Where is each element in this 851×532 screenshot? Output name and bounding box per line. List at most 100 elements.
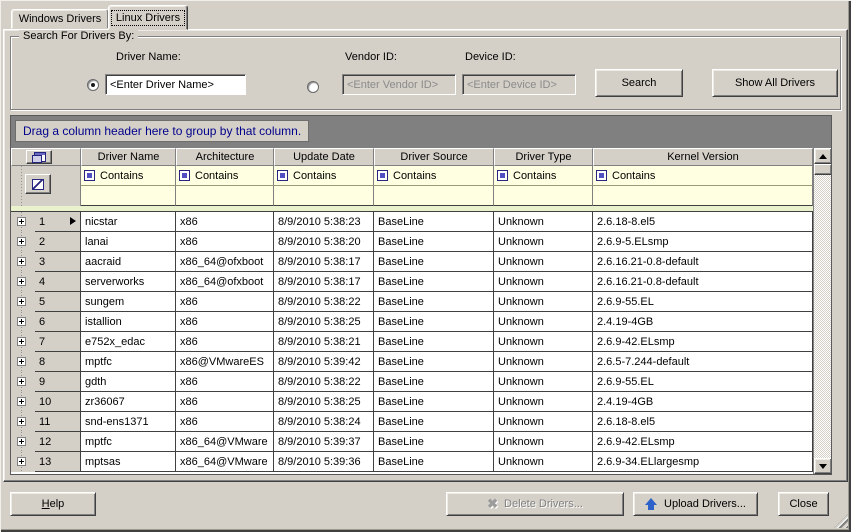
cell-kernel-version[interactable]: 2.6.18-8.el5 <box>593 412 813 432</box>
column-header-kernel-version[interactable]: Kernel Version <box>593 148 813 166</box>
filter-operator-icon[interactable] <box>277 170 288 181</box>
filter-cell-architecture[interactable]: Contains <box>176 166 274 186</box>
row-expand-cell[interactable] <box>11 312 35 332</box>
cell-driver-type[interactable]: Unknown <box>494 412 593 432</box>
column-header-architecture[interactable]: Architecture <box>176 148 274 166</box>
tab-windows-drivers[interactable]: Windows Drivers <box>11 9 109 29</box>
cell-driver-name[interactable]: mptfc <box>81 432 176 452</box>
cell-architecture[interactable]: x86 <box>176 232 274 252</box>
cell-architecture[interactable]: x86 <box>176 372 274 392</box>
filter-cell-driver-name[interactable]: Contains <box>81 166 176 186</box>
column-header-driver-type[interactable]: Driver Type <box>494 148 593 166</box>
expand-plus-icon[interactable] <box>17 397 26 406</box>
filter-cell-kernel-version[interactable]: Contains <box>593 166 813 186</box>
cell-driver-type[interactable]: Unknown <box>494 372 593 392</box>
cell-driver-source[interactable]: BaseLine <box>374 312 494 332</box>
row-expand-cell[interactable] <box>11 232 35 252</box>
cell-driver-source[interactable]: BaseLine <box>374 372 494 392</box>
column-header-driver-name[interactable]: Driver Name <box>81 148 176 166</box>
cell-driver-source[interactable]: BaseLine <box>374 412 494 432</box>
cell-driver-source[interactable]: BaseLine <box>374 272 494 292</box>
help-button[interactable]: Help <box>10 492 96 516</box>
filter-input-architecture[interactable] <box>176 186 274 206</box>
cell-architecture[interactable]: x86_64@VMware <box>176 452 274 472</box>
filter-operator-icon[interactable] <box>377 170 388 181</box>
cell-kernel-version[interactable]: 2.6.9-42.ELsmp <box>593 332 813 352</box>
scroll-down-button[interactable] <box>814 458 832 474</box>
row-number-cell[interactable]: 6 <box>35 312 81 332</box>
cell-update-date[interactable]: 8/9/2010 5:38:20 <box>274 232 374 252</box>
cell-driver-type[interactable]: Unknown <box>494 292 593 312</box>
expand-plus-icon[interactable] <box>17 457 26 466</box>
cell-driver-name[interactable]: serverworks <box>81 272 176 292</box>
resize-grip[interactable] <box>834 514 848 528</box>
cell-kernel-version[interactable]: 2.6.9-55.EL <box>593 372 813 392</box>
cell-kernel-version[interactable]: 2.6.9-5.ELsmp <box>593 232 813 252</box>
cell-update-date[interactable]: 8/9/2010 5:38:17 <box>274 272 374 292</box>
filter-operator-icon[interactable] <box>179 170 190 181</box>
device-id-input[interactable] <box>462 74 576 95</box>
row-expand-cell[interactable] <box>11 372 35 392</box>
cell-kernel-version[interactable]: 2.6.16.21-0.8-default <box>593 272 813 292</box>
cell-driver-name[interactable]: istallion <box>81 312 176 332</box>
column-header-update-date[interactable]: Update Date <box>274 148 374 166</box>
cell-architecture[interactable]: x86 <box>176 292 274 312</box>
cell-driver-type[interactable]: Unknown <box>494 252 593 272</box>
cell-driver-type[interactable]: Unknown <box>494 312 593 332</box>
row-number-cell[interactable]: 9 <box>35 372 81 392</box>
cell-driver-source[interactable]: BaseLine <box>374 232 494 252</box>
filter-cell-driver-type[interactable]: Contains <box>494 166 593 186</box>
cell-update-date[interactable]: 8/9/2010 5:38:17 <box>274 252 374 272</box>
table-row[interactable]: 3 aacraid x86_64@ofxboot 8/9/2010 5:38:1… <box>11 252 813 272</box>
row-expand-cell[interactable] <box>11 352 35 372</box>
cell-kernel-version[interactable]: 2.6.16.21-0.8-default <box>593 252 813 272</box>
cell-driver-name[interactable]: aacraid <box>81 252 176 272</box>
expand-plus-icon[interactable] <box>17 217 26 226</box>
cell-driver-source[interactable]: BaseLine <box>374 452 494 472</box>
cell-driver-name[interactable]: nicstar <box>81 212 176 232</box>
row-number-cell[interactable]: 3 <box>35 252 81 272</box>
cell-update-date[interactable]: 8/9/2010 5:38:25 <box>274 312 374 332</box>
show-all-drivers-button[interactable]: Show All Drivers <box>712 69 838 97</box>
cell-driver-type[interactable]: Unknown <box>494 212 593 232</box>
cell-kernel-version[interactable]: 2.6.5-7.244-default <box>593 352 813 372</box>
scroll-up-button[interactable] <box>814 148 832 164</box>
cell-driver-name[interactable]: gdth <box>81 372 176 392</box>
filter-cell-update-date[interactable]: Contains <box>274 166 374 186</box>
driver-name-input[interactable] <box>105 74 246 95</box>
table-row[interactable]: 8 mptfc x86@VMwareES 8/9/2010 5:39:42 Ba… <box>11 352 813 372</box>
cell-driver-source[interactable]: BaseLine <box>374 392 494 412</box>
expand-plus-icon[interactable] <box>17 437 26 446</box>
expand-plus-icon[interactable] <box>17 297 26 306</box>
cell-driver-name[interactable]: zr36067 <box>81 392 176 412</box>
cell-driver-type[interactable]: Unknown <box>494 272 593 292</box>
cell-architecture[interactable]: x86_64@ofxboot <box>176 272 274 292</box>
filter-operator-icon[interactable] <box>596 170 607 181</box>
cell-driver-source[interactable]: BaseLine <box>374 252 494 272</box>
cell-update-date[interactable]: 8/9/2010 5:38:25 <box>274 392 374 412</box>
row-number-cell[interactable]: 4 <box>35 272 81 292</box>
table-row[interactable]: 2 lanai x86 8/9/2010 5:38:20 BaseLine Un… <box>11 232 813 252</box>
table-row[interactable]: 11 snd-ens1371 x86 8/9/2010 5:38:24 Base… <box>11 412 813 432</box>
row-expand-cell[interactable] <box>11 392 35 412</box>
cell-driver-name[interactable]: lanai <box>81 232 176 252</box>
delete-drivers-button[interactable]: Delete Drivers... <box>446 492 624 516</box>
cell-update-date[interactable]: 8/9/2010 5:38:24 <box>274 412 374 432</box>
driver-name-radio[interactable] <box>87 79 99 91</box>
cell-kernel-version[interactable]: 2.6.9-42.ELsmp <box>593 432 813 452</box>
upload-drivers-button[interactable]: Upload Drivers... <box>633 492 758 516</box>
filter-cell-driver-source[interactable]: Contains <box>374 166 494 186</box>
cell-update-date[interactable]: 8/9/2010 5:38:22 <box>274 292 374 312</box>
row-expand-cell[interactable] <box>11 452 35 472</box>
filter-input-update-date[interactable] <box>274 186 374 206</box>
table-row[interactable]: 7 e752x_edac x86 8/9/2010 5:38:21 BaseLi… <box>11 332 813 352</box>
cell-driver-name[interactable]: sungem <box>81 292 176 312</box>
tab-linux-drivers[interactable]: Linux Drivers <box>108 5 188 30</box>
filter-operator-icon[interactable] <box>497 170 508 181</box>
cell-architecture[interactable]: x86_64@VMware <box>176 432 274 452</box>
row-expand-cell[interactable] <box>11 432 35 452</box>
cell-driver-type[interactable]: Unknown <box>494 332 593 352</box>
cell-architecture[interactable]: x86_64@ofxboot <box>176 252 274 272</box>
cell-kernel-version[interactable]: 2.4.19-4GB <box>593 392 813 412</box>
filter-input-driver-source[interactable] <box>374 186 494 206</box>
